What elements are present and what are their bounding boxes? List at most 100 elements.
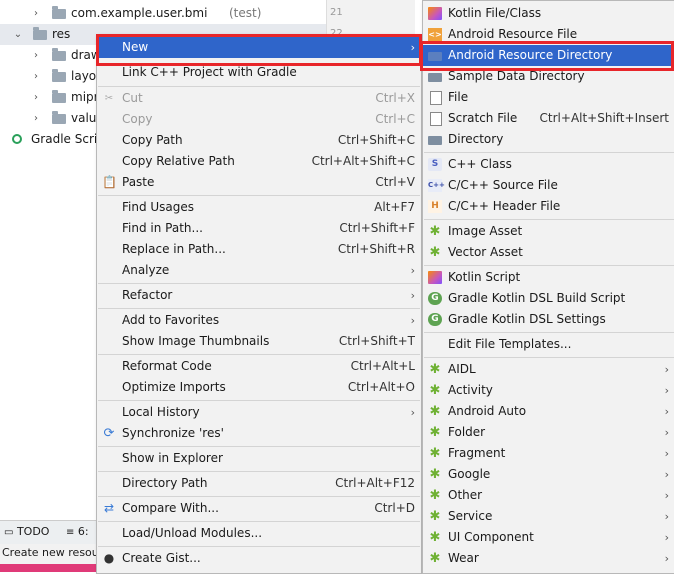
menu-item-google[interactable]: ✱ Google ›: [423, 464, 674, 485]
menu-item-file[interactable]: File: [423, 87, 674, 108]
menu-item-shortcut: Ctrl+Alt+O: [347, 380, 415, 394]
tool-tab-label: 6:: [77, 525, 89, 538]
menu-item-ui-component[interactable]: ✱ UI Component ›: [423, 527, 674, 548]
chevron-right-icon[interactable]: ›: [31, 87, 41, 108]
tree-row-label: com.example.user.bmi: [71, 6, 208, 20]
menu-item-fragment[interactable]: ✱ Fragment ›: [423, 443, 674, 464]
menu-item-label: Copy: [122, 112, 153, 126]
menu-item-image-asset[interactable]: ✱ Image Asset: [423, 221, 674, 242]
menu-item-add-to-favorites[interactable]: Add to Favorites ›: [97, 310, 421, 331]
menu-item-android-auto[interactable]: ✱ Android Auto ›: [423, 401, 674, 422]
menu-item-new[interactable]: New ›: [97, 37, 421, 58]
menu-item-shortcut: Ctrl+Shift+F: [339, 221, 415, 235]
menu-item-cut[interactable]: ✂ Cut Ctrl+X: [97, 88, 421, 109]
menu-item-label: Refactor: [122, 288, 173, 302]
folder-icon: [52, 111, 66, 124]
menu-item-wear[interactable]: ✱ Wear ›: [423, 548, 674, 569]
android-icon: ✱: [429, 509, 441, 524]
tool-tab-6[interactable]: ≡ 6:: [66, 525, 89, 538]
resource-file-icon: <>: [428, 28, 442, 41]
menu-separator: [424, 357, 674, 358]
menu-item-android-resource-directory[interactable]: Android Resource Directory: [423, 45, 674, 66]
menu-item-show-in-explorer[interactable]: Show in Explorer: [97, 448, 421, 469]
menu-item-directory-path[interactable]: Directory Path Ctrl+Alt+F12: [97, 473, 421, 494]
menu-item-label: Add to Favorites: [122, 313, 220, 327]
menu-item-analyze[interactable]: Analyze ›: [97, 260, 421, 281]
menu-item-other[interactable]: ✱ Other ›: [423, 485, 674, 506]
menu-item-label: Show in Explorer: [122, 451, 223, 465]
scissors-icon: ✂: [104, 93, 114, 104]
menu-item-cpp-source-file[interactable]: C++ C/C++ Source File: [423, 175, 674, 196]
menu-item-directory[interactable]: Directory: [423, 129, 674, 150]
chevron-right-icon[interactable]: ›: [31, 108, 41, 129]
menu-item-label: C/C++ Header File: [448, 199, 561, 213]
menu-item-scratch-file[interactable]: Scratch File Ctrl+Alt+Shift+Insert: [423, 108, 674, 129]
android-icon: ✱: [429, 245, 441, 260]
menu-item-label: Edit File Templates...: [448, 337, 572, 351]
menu-item-label: Local History: [122, 405, 200, 419]
menu-item-label: Android Resource Directory: [448, 48, 613, 62]
menu-item-aidl[interactable]: ✱ AIDL ›: [423, 359, 674, 380]
menu-item-find-in-path[interactable]: Find in Path... Ctrl+Shift+F: [97, 218, 421, 239]
menu-item-label: Reformat Code: [122, 359, 212, 373]
menu-item-activity[interactable]: ✱ Activity ›: [423, 380, 674, 401]
menu-item-vector-asset[interactable]: ✱ Vector Asset: [423, 242, 674, 263]
android-icon: ✱: [429, 404, 441, 419]
menu-item-compare-with[interactable]: ⇄ Compare With... Ctrl+D: [97, 498, 421, 519]
menu-item-copy[interactable]: Copy Ctrl+C: [97, 109, 421, 130]
menu-item-paste[interactable]: 📋 Paste Ctrl+V: [97, 172, 421, 193]
menu-item-link-cpp[interactable]: Link C++ Project with Gradle: [97, 62, 421, 83]
android-icon: ✱: [429, 224, 441, 239]
menu-item-folder[interactable]: ✱ Folder ›: [423, 422, 674, 443]
header-file-icon: H: [428, 200, 442, 213]
folder-icon: [428, 136, 442, 145]
menu-item-copy-path[interactable]: Copy Path Ctrl+Shift+C: [97, 130, 421, 151]
menu-item-label: Android Auto: [448, 404, 527, 418]
gradle-icon: [12, 134, 22, 144]
menu-item-sample-data-directory[interactable]: Sample Data Directory: [423, 66, 674, 87]
context-menu: New › Link C++ Project with Gradle ✂ Cut…: [96, 34, 422, 574]
menu-item-load-unload-modules[interactable]: Load/Unload Modules...: [97, 523, 421, 544]
todo-tab[interactable]: ▭ TODO: [4, 525, 49, 538]
menu-item-label: Synchronize 'res': [122, 426, 224, 440]
folder-icon: [33, 27, 47, 40]
menu-item-create-gist[interactable]: ● Create Gist...: [97, 548, 421, 569]
tree-row-label: Gradle Scrip: [31, 132, 105, 146]
menu-item-replace-in-path[interactable]: Replace in Path... Ctrl+Shift+R: [97, 239, 421, 260]
menu-item-kotlin-file-class[interactable]: Kotlin File/Class: [423, 3, 674, 24]
menu-separator: [98, 195, 420, 196]
menu-separator: [424, 265, 674, 266]
menu-item-optimize-imports[interactable]: Optimize Imports Ctrl+Alt+O: [97, 377, 421, 398]
menu-separator: [98, 546, 420, 547]
menu-item-service[interactable]: ✱ Service ›: [423, 506, 674, 527]
menu-item-reformat-code[interactable]: Reformat Code Ctrl+Alt+L: [97, 356, 421, 377]
menu-item-shortcut: Ctrl+X: [375, 91, 415, 105]
android-icon: ✱: [429, 383, 441, 398]
menu-item-show-image-thumbnails[interactable]: Show Image Thumbnails Ctrl+Shift+T: [97, 331, 421, 352]
menu-separator: [98, 521, 420, 522]
menu-item-edit-file-templates[interactable]: Edit File Templates...: [423, 334, 674, 355]
tree-row-test-package[interactable]: › com.example.user.bmi (test): [0, 3, 326, 24]
chevron-right-icon: ›: [410, 314, 415, 327]
menu-item-gradle-kotlin-dsl-settings[interactable]: G Gradle Kotlin DSL Settings: [423, 309, 674, 330]
menu-item-synchronize[interactable]: ⟳ Synchronize 'res': [97, 423, 421, 444]
chevron-right-icon[interactable]: ›: [31, 3, 41, 24]
chevron-right-icon: ›: [664, 510, 669, 523]
menu-item-refactor[interactable]: Refactor ›: [97, 285, 421, 306]
menu-item-android-resource-file[interactable]: <> Android Resource File: [423, 24, 674, 45]
chevron-right-icon[interactable]: ›: [31, 66, 41, 87]
menu-item-kotlin-script[interactable]: Kotlin Script: [423, 267, 674, 288]
menu-separator: [98, 308, 420, 309]
menu-item-cpp-class[interactable]: S C++ Class: [423, 154, 674, 175]
menu-item-cpp-header-file[interactable]: H C/C++ Header File: [423, 196, 674, 217]
menu-item-find-usages[interactable]: Find Usages Alt+F7: [97, 197, 421, 218]
menu-item-label: Kotlin File/Class: [448, 6, 542, 20]
menu-item-copy-relative-path[interactable]: Copy Relative Path Ctrl+Alt+Shift+C: [97, 151, 421, 172]
menu-item-label: Fragment: [448, 446, 506, 460]
github-icon: ●: [103, 551, 115, 565]
chevron-right-icon[interactable]: ›: [31, 45, 41, 66]
menu-item-label: Link C++ Project with Gradle: [122, 65, 297, 79]
menu-item-gradle-kotlin-dsl-build-script[interactable]: G Gradle Kotlin DSL Build Script: [423, 288, 674, 309]
menu-item-local-history[interactable]: Local History ›: [97, 402, 421, 423]
chevron-down-icon[interactable]: ⌄: [13, 24, 23, 45]
